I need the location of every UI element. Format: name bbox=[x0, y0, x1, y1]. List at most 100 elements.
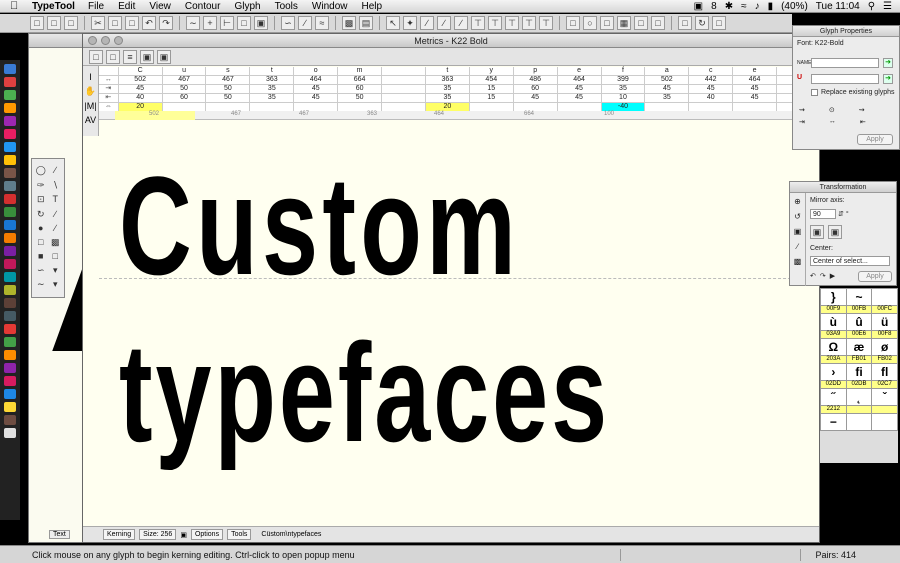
measure-icon[interactable]: □ bbox=[600, 16, 614, 30]
rsb-cell[interactable]: 35 bbox=[425, 93, 470, 103]
app-icon[interactable] bbox=[4, 389, 16, 399]
width-cell[interactable] bbox=[381, 75, 426, 85]
app-icon[interactable] bbox=[4, 337, 16, 347]
menu-edit[interactable]: Edit bbox=[118, 0, 135, 13]
reset-icon[interactable]: ↷ bbox=[820, 272, 826, 280]
zoom-circle-icon[interactable]: ○ bbox=[583, 16, 597, 30]
app-icon[interactable] bbox=[4, 116, 16, 126]
mask-icon[interactable]: ▤ bbox=[359, 16, 373, 30]
menu-view[interactable]: View bbox=[149, 0, 171, 13]
apple-icon[interactable]:  bbox=[10, 0, 18, 13]
app-icon[interactable] bbox=[4, 181, 16, 191]
glyph-cell[interactable]: c bbox=[688, 67, 734, 76]
width-cell[interactable]: 467 bbox=[205, 75, 251, 85]
corner-icon[interactable]: ⊤ bbox=[539, 16, 553, 30]
width-cell[interactable]: 399 bbox=[601, 75, 646, 85]
zoom-rect-icon[interactable]: □ bbox=[566, 16, 580, 30]
width-cell[interactable]: 464 bbox=[293, 75, 339, 85]
rotate-icon[interactable]: ↻ bbox=[695, 16, 709, 30]
glyph-cell[interactable]: } bbox=[820, 288, 847, 306]
app-icon[interactable] bbox=[4, 324, 16, 334]
size-dropdown[interactable]: Size: 256 bbox=[139, 529, 177, 540]
unicode-input[interactable] bbox=[811, 74, 879, 84]
rsb-cell[interactable]: 45 bbox=[513, 93, 558, 103]
arrow-right-icon[interactable]: ➜ bbox=[883, 74, 893, 84]
glyph-cell[interactable]: y bbox=[469, 67, 514, 76]
glyph-cell[interactable]: t bbox=[249, 67, 295, 76]
width-cell[interactable]: 502 bbox=[118, 75, 163, 85]
angle-stepper-icon[interactable]: ⇵ bbox=[838, 210, 844, 218]
app-icon[interactable] bbox=[4, 142, 16, 152]
auto-metrics-icon[interactable]: □ bbox=[89, 49, 103, 64]
clock[interactable]: Tue 11:04 bbox=[816, 0, 860, 13]
rsb-cell[interactable]: 45 bbox=[732, 93, 778, 103]
link-icon[interactable]: ⇝ bbox=[799, 106, 805, 114]
pointer-icon[interactable]: ↖ bbox=[386, 16, 400, 30]
volume-icon[interactable]: ♪ bbox=[755, 0, 760, 13]
lsb-cell[interactable]: 45 bbox=[644, 84, 690, 94]
auto-kern-icon[interactable]: □ bbox=[106, 49, 120, 64]
wifi-icon[interactable]: ≈ bbox=[741, 0, 747, 13]
glyph-cell[interactable]: o bbox=[293, 67, 339, 76]
width-cell[interactable]: 464 bbox=[732, 75, 778, 85]
apply-button[interactable]: Apply bbox=[857, 134, 893, 145]
image-tool-icon[interactable]: ▩ bbox=[50, 237, 62, 249]
width-cell[interactable]: 464 bbox=[557, 75, 602, 85]
app-icon[interactable] bbox=[4, 90, 16, 100]
rsb-cell[interactable] bbox=[381, 93, 426, 103]
list-icon[interactable]: ≡ bbox=[123, 49, 137, 64]
lsb-cell[interactable]: 45 bbox=[557, 84, 602, 94]
lsb-cell[interactable]: 45 bbox=[732, 84, 778, 94]
glyph-cell[interactable]: e bbox=[557, 67, 602, 76]
center-dropdown[interactable]: Center of select... bbox=[810, 256, 890, 266]
scale-tool-icon[interactable]: ⊡ bbox=[35, 194, 47, 206]
rsb-cell[interactable]: 60 bbox=[162, 93, 207, 103]
guide-icon[interactable]: ⊢ bbox=[220, 16, 234, 30]
width-cell[interactable]: 454 bbox=[469, 75, 514, 85]
menu-glyph[interactable]: Glyph bbox=[234, 0, 260, 13]
curve-tool-icon[interactable]: ∽ bbox=[35, 265, 47, 277]
brush-tool-icon[interactable]: ∕ bbox=[50, 223, 62, 234]
menu-file[interactable]: File bbox=[88, 0, 104, 13]
glyph-cell[interactable]: ˇ bbox=[871, 388, 898, 406]
glyph-cell[interactable] bbox=[381, 67, 426, 76]
chevron-down-icon[interactable]: ▾ bbox=[50, 279, 62, 291]
lsb-icon[interactable]: ⇥ bbox=[799, 118, 805, 126]
replace-checkbox[interactable] bbox=[811, 89, 818, 96]
glyph-cell[interactable]: p bbox=[513, 67, 558, 76]
glyph-cell[interactable]: ˝ bbox=[820, 388, 847, 406]
width-cell[interactable]: 442 bbox=[688, 75, 734, 85]
app-icon[interactable] bbox=[4, 220, 16, 230]
linked-icon[interactable]: ⇝ bbox=[859, 106, 865, 114]
rsb-cell[interactable]: 10 bbox=[601, 93, 646, 103]
app-icon[interactable] bbox=[4, 77, 16, 87]
menu-tools[interactable]: Tools bbox=[275, 0, 298, 13]
glyph-cell[interactable]: C bbox=[118, 67, 163, 76]
arrow-right-icon[interactable]: ➜ bbox=[883, 58, 893, 68]
app-icon[interactable] bbox=[4, 259, 16, 269]
rsb-cell[interactable]: 45 bbox=[293, 93, 339, 103]
rotate-icon[interactable]: ↺ bbox=[794, 212, 801, 221]
hand-icon[interactable]: ✋ bbox=[85, 86, 96, 97]
glyph-cell[interactable]: fi bbox=[845, 363, 873, 381]
brush-icon[interactable]: ∕ bbox=[454, 16, 468, 30]
lsb-cell[interactable]: 50 bbox=[205, 84, 251, 94]
notifications-icon[interactable]: ☰ bbox=[883, 0, 892, 13]
width-cell[interactable]: 502 bbox=[644, 75, 690, 85]
lsb-cell[interactable]: 60 bbox=[337, 84, 383, 94]
cut-icon[interactable]: ✂ bbox=[91, 16, 105, 30]
app-icon[interactable] bbox=[4, 246, 16, 256]
pen-tool-icon[interactable]: ✑ bbox=[35, 180, 47, 192]
glyph-cell[interactable]: fl bbox=[871, 363, 898, 381]
menu-window[interactable]: Window bbox=[312, 0, 348, 13]
knife-tool-icon[interactable]: ∕ bbox=[50, 209, 62, 221]
tangent-icon[interactable]: ⊤ bbox=[522, 16, 536, 30]
app-icon[interactable] bbox=[4, 415, 16, 425]
connect-icon[interactable]: ≈ bbox=[315, 16, 329, 30]
rsb-cell[interactable]: 15 bbox=[469, 93, 514, 103]
smart-icon[interactable]: ⊤ bbox=[505, 16, 519, 30]
app-badge-icon[interactable]: ▣ bbox=[694, 0, 703, 13]
frame-icon[interactable]: □ bbox=[237, 16, 251, 30]
width-cell[interactable]: 664 bbox=[337, 75, 383, 85]
spotlight-icon[interactable]: ⚲ bbox=[868, 0, 875, 13]
